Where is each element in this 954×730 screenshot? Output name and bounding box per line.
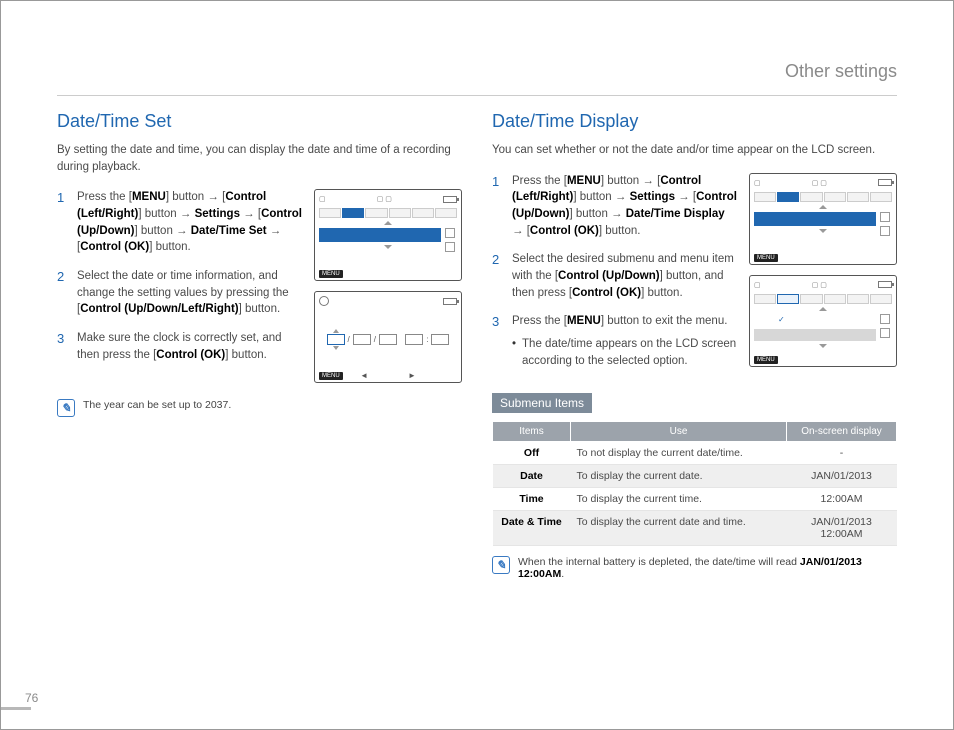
home-icon: ▢ <box>754 281 761 289</box>
right-body: 1 Press the [MENU] button [Control (Left… <box>492 173 897 382</box>
left-steps: 1 Press the [MENU] button [Control (Left… <box>57 189 304 383</box>
field-year <box>379 334 397 345</box>
left-body: 1 Press the [MENU] button [Control (Left… <box>57 189 462 383</box>
col-display: On-screen display <box>787 422 897 442</box>
lcd-option-row <box>754 329 876 341</box>
chevron-up-icon <box>819 205 827 209</box>
chevron-up-icon <box>384 221 392 225</box>
chevron-up-icon <box>819 307 827 311</box>
right-steps: 1 Press the [MENU] button [Control (Left… <box>492 173 739 382</box>
right-figures: ▢ ▢ ▢ MENU <box>749 173 897 382</box>
step-2: 2 Select the desired submenu and menu it… <box>492 251 739 301</box>
page-section-title: Other settings <box>785 61 897 82</box>
note-battery-depleted: ✎ When the internal battery is depleted,… <box>492 556 897 580</box>
two-column-layout: Date/Time Set By setting the date and ti… <box>57 111 897 701</box>
lcd-side-icons <box>880 212 892 236</box>
col-items: Items <box>493 422 571 442</box>
menu-tag: MENU <box>319 270 343 278</box>
field-day <box>353 334 371 345</box>
battery-icon <box>878 281 892 288</box>
step-3: 3 Make sure the clock is correctly set, … <box>57 330 304 363</box>
step-number: 3 <box>57 330 69 363</box>
check-icon: ✓ <box>778 315 785 324</box>
right-column: Date/Time Display You can set whether or… <box>492 111 897 701</box>
note-text: When the internal battery is depleted, t… <box>518 556 897 580</box>
card-icon: ▢ ▢ <box>812 281 827 289</box>
left-column: Date/Time Set By setting the date and ti… <box>57 111 462 701</box>
home-icon: ▢ <box>754 179 761 187</box>
lcd-tabs <box>319 208 457 218</box>
lcd-selected-row <box>754 212 876 226</box>
note-year-2037: ✎ The year can be set up to 2037. <box>57 399 462 417</box>
date-time-display-intro: You can set whether or not the date and/… <box>492 142 897 159</box>
note-icon: ✎ <box>57 399 75 417</box>
step-1: 1 Press the [MENU] button [Control (Left… <box>57 189 304 256</box>
field-min <box>431 334 449 345</box>
lcd-side-icons <box>445 228 457 252</box>
battery-icon <box>443 298 457 305</box>
note-text: The year can be set up to 2037. <box>83 399 231 411</box>
card-icon: ▢ ▢ <box>812 179 827 187</box>
page-number: 76 <box>25 691 38 705</box>
chevron-down-icon <box>819 229 827 233</box>
lcd-date-fields: / / : <box>315 334 461 345</box>
step-number: 3 <box>492 313 504 369</box>
gear-icon <box>319 296 329 306</box>
lcd-menu-figure: ▢ ▢ ▢ MENU <box>749 173 897 265</box>
battery-icon <box>878 179 892 186</box>
arrow-right-icon: ► <box>408 371 416 380</box>
table-row: Date & Time To display the current date … <box>493 511 897 546</box>
step-number: 2 <box>57 268 69 318</box>
manual-page: Other settings Date/Time Set By setting … <box>0 0 954 730</box>
step-number: 1 <box>492 173 504 240</box>
table-row: Time To display the current time. 12:00A… <box>493 488 897 511</box>
date-time-set-heading: Date/Time Set <box>57 111 462 132</box>
chevron-down-icon <box>384 245 392 249</box>
field-hour <box>405 334 423 345</box>
lcd-menu-figure: ▢ ▢ ▢ MENU <box>314 189 462 281</box>
chevron-down-icon <box>819 344 827 348</box>
step-2: 2 Select the date or time information, a… <box>57 268 304 318</box>
header-rule <box>57 95 897 96</box>
note-icon: ✎ <box>492 556 510 574</box>
step-3: 3 Press the [MENU] button to exit the me… <box>492 313 739 369</box>
step-number: 1 <box>57 189 69 256</box>
lcd-submenu-figure: ▢ ▢ ▢ ✓ MENU <box>749 275 897 367</box>
submenu-items-label: Submenu Items <box>492 393 592 413</box>
menu-tag: MENU <box>754 356 778 364</box>
battery-icon <box>443 196 457 203</box>
submenu-table: Items Use On-screen display Off To not d… <box>492 421 897 546</box>
step-number: 2 <box>492 251 504 301</box>
lcd-selected-row <box>319 228 441 242</box>
home-icon: ▢ <box>319 195 326 203</box>
arrow-left-icon: ◄ <box>360 371 368 380</box>
date-time-set-intro: By setting the date and time, you can di… <box>57 142 462 175</box>
lcd-side-icons <box>880 314 892 338</box>
lcd-tabs <box>754 192 892 202</box>
date-time-display-heading: Date/Time Display <box>492 111 897 132</box>
field-month <box>327 334 345 345</box>
menu-tag: MENU <box>754 254 778 262</box>
step-1: 1 Press the [MENU] button [Control (Left… <box>492 173 739 240</box>
lcd-tabs <box>754 294 892 304</box>
left-figures: ▢ ▢ ▢ MENU <box>314 189 462 383</box>
card-icon: ▢ ▢ <box>377 195 392 203</box>
table-row: Off To not display the current date/time… <box>493 442 897 465</box>
table-row: Date To display the current date. JAN/01… <box>493 465 897 488</box>
col-use: Use <box>571 422 787 442</box>
sub-bullet: The date/time appears on the LCD screen … <box>512 336 739 369</box>
lcd-date-figure: / / : MENU ◄ ► <box>314 291 462 383</box>
